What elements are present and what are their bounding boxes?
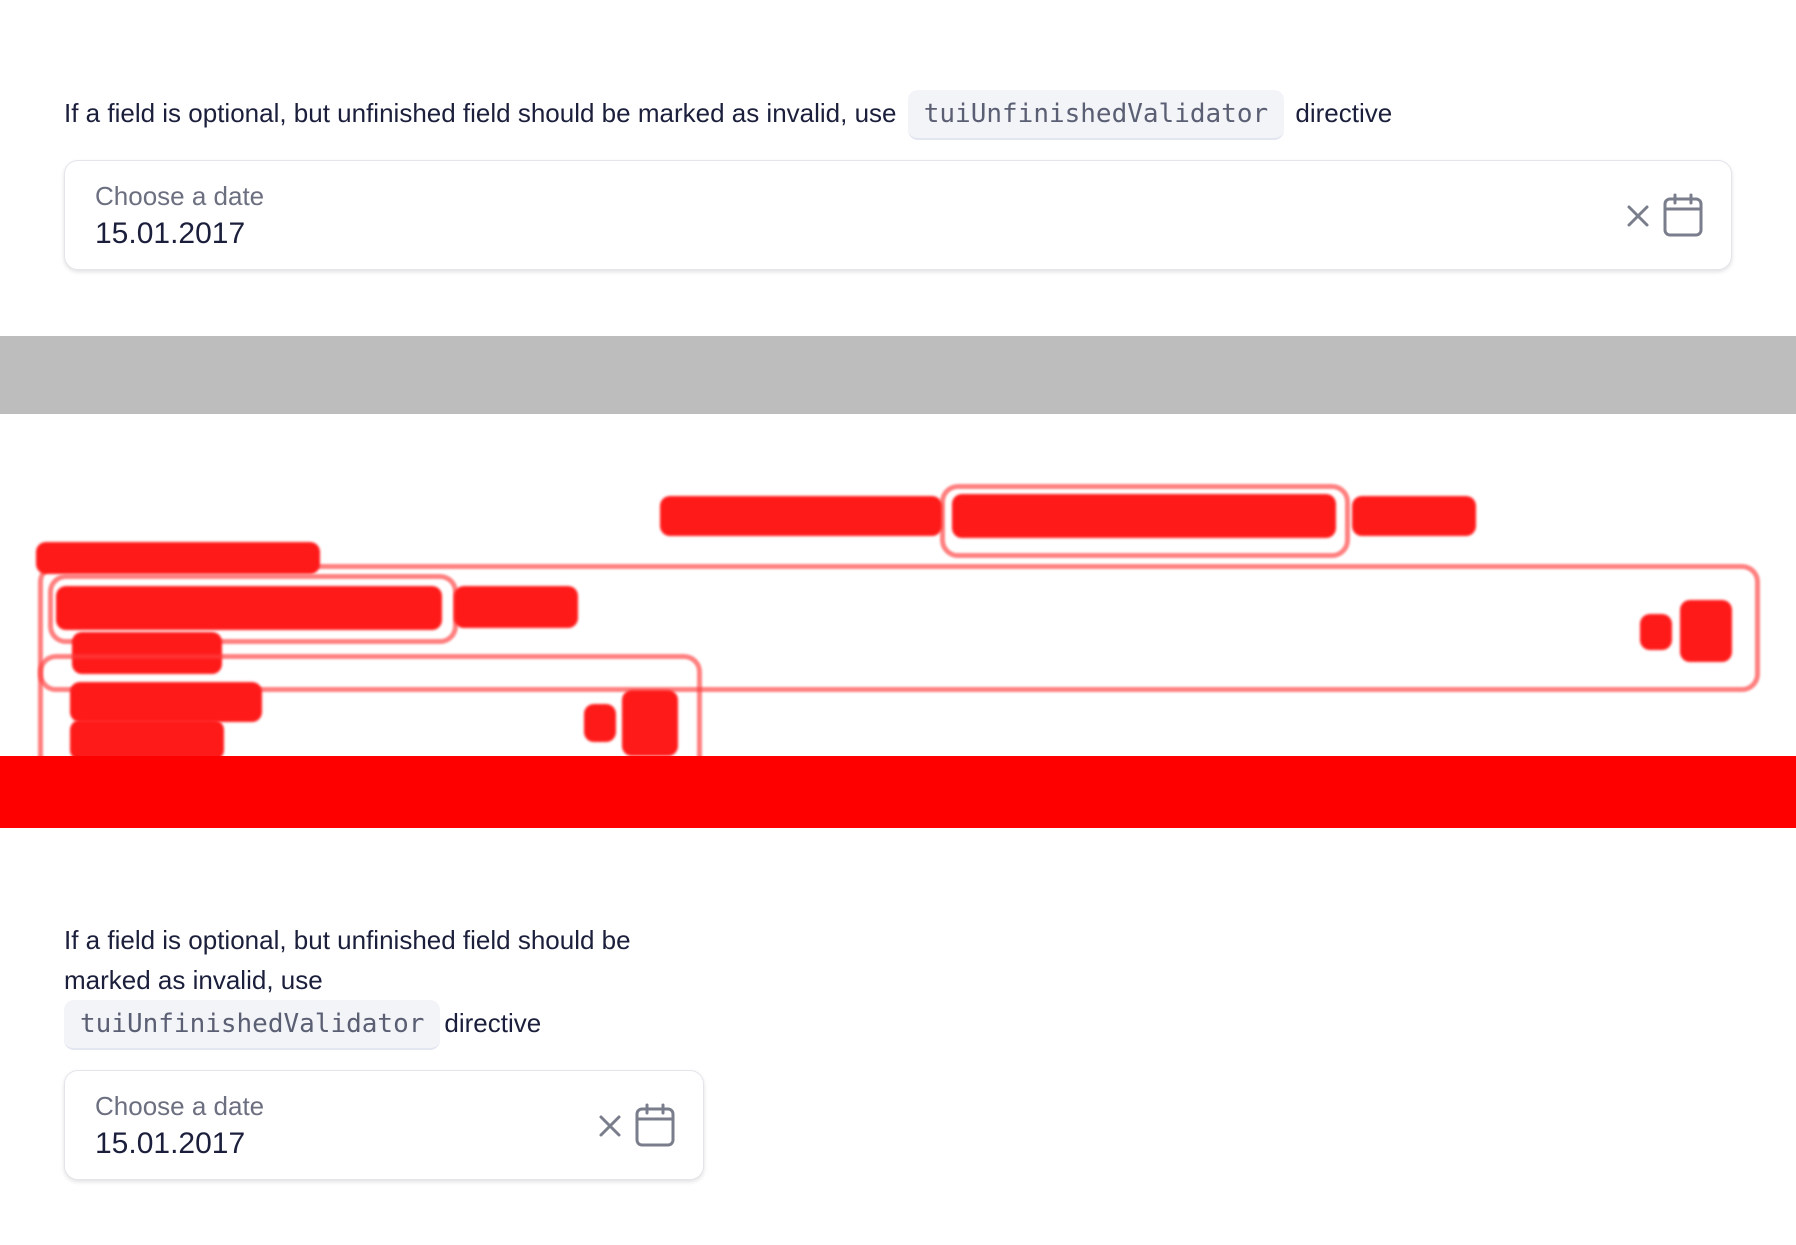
diff-blob — [660, 496, 942, 536]
diff-overlay — [0, 414, 1796, 756]
diff-red-band — [0, 756, 1796, 828]
diff-blob — [1352, 496, 1476, 536]
top-description-after: directive — [1295, 97, 1393, 128]
bottom-code-chip: tuiUnfinishedValidator — [64, 1000, 441, 1050]
diff-blob — [36, 542, 320, 574]
bottom-date-field[interactable]: Choose a date 15.01.2017 — [64, 1070, 704, 1180]
close-icon[interactable] — [1625, 203, 1651, 229]
diff-blob — [70, 682, 262, 722]
close-icon[interactable] — [597, 1113, 623, 1139]
bottom-description-after: directive — [444, 1007, 542, 1038]
top-panel: If a field is optional, but unfinished f… — [0, 0, 1796, 336]
diff-blob — [454, 586, 578, 628]
diff-blob — [952, 494, 1336, 538]
diff-blob — [1640, 614, 1672, 650]
top-date-field[interactable]: Choose a date 15.01.2017 — [64, 160, 1732, 270]
diff-blob — [1680, 600, 1732, 662]
bottom-description: If a field is optional, but unfinished f… — [64, 920, 704, 1050]
top-code-chip: tuiUnfinishedValidator — [907, 90, 1285, 140]
bottom-date-value[interactable]: 15.01.2017 — [95, 1127, 245, 1161]
top-date-label: Choose a date — [95, 181, 265, 211]
top-description-text: If a field is optional, but unfinished f… — [64, 97, 897, 128]
calendar-icon[interactable] — [635, 1103, 675, 1147]
calendar-icon[interactable] — [1663, 193, 1703, 237]
bottom-date-label: Choose a date — [95, 1091, 265, 1121]
diff-blob — [584, 704, 616, 742]
diff-blob — [56, 586, 442, 630]
bottom-description-line1: If a field is optional, but unfinished f… — [64, 925, 631, 955]
bottom-description-line2: marked as invalid, use — [64, 965, 323, 995]
diff-blob — [622, 690, 678, 756]
top-date-value[interactable]: 15.01.2017 — [95, 217, 245, 251]
separator-band — [0, 336, 1796, 414]
diff-blob — [70, 720, 224, 756]
screenshot-page: If a field is optional, but unfinished f… — [0, 0, 1796, 1245]
bottom-code-row: tuiUnfinishedValidator directive — [60, 1000, 704, 1050]
bottom-panel: If a field is optional, but unfinished f… — [0, 828, 1796, 1245]
top-description: If a field is optional, but unfinished f… — [64, 90, 1764, 140]
